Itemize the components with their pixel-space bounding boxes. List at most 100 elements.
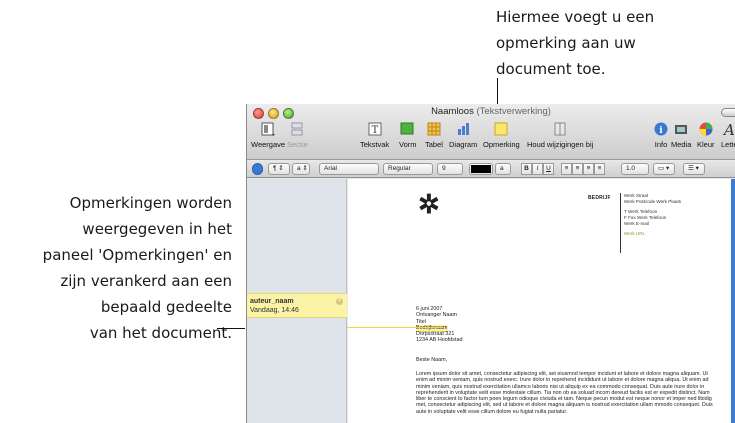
recipient-block: 6 juni 2007 Ontvanger Naam Titel Bedrijf… xyxy=(416,306,462,344)
comment-label: Opmerking xyxy=(483,140,520,149)
sections-icon xyxy=(289,121,305,137)
align-center-button[interactable]: ≡ xyxy=(572,163,583,175)
comment-icon xyxy=(493,121,509,137)
table-label: Tabel xyxy=(425,140,443,149)
text-color-well[interactable] xyxy=(469,163,493,175)
svg-text:i: i xyxy=(659,126,663,136)
title-bar: Naamloos (Tekstverwerking) Weergave Sect… xyxy=(247,104,735,160)
line-spacing-value: 1.0 xyxy=(626,165,636,172)
recipient-line: Ontvanger Naam xyxy=(416,312,458,319)
callout-line: document toe. xyxy=(496,60,606,78)
letter-body: Lorem ipsum dolor sit amet, consectetur … xyxy=(416,371,713,415)
comment-button[interactable]: Opmerking xyxy=(483,121,520,149)
sections-label: Sectie xyxy=(287,140,308,149)
view-icon xyxy=(260,121,276,137)
callout-line: Hiermee voegt u een xyxy=(496,8,655,26)
media-icon xyxy=(673,121,689,137)
font-family-select[interactable]: Arial xyxy=(319,163,379,175)
media-button[interactable]: Media xyxy=(671,121,691,149)
callout-line: zijn verankerd aan een xyxy=(60,272,232,290)
callout-line: van het document. xyxy=(89,324,232,342)
address-divider xyxy=(620,193,621,253)
font-family-value: Arial xyxy=(324,165,338,172)
callout-comments-pane: Opmerkingen worden weergegeven in het pa… xyxy=(0,190,232,346)
paragraph-style-value: ¶ xyxy=(273,165,277,172)
window-title: Naamloos (Tekstverwerking) xyxy=(247,106,735,117)
sections-button[interactable]: Sectie xyxy=(287,121,308,149)
italic-button[interactable]: I xyxy=(532,163,543,175)
comment-timestamp: Vandaag, 14:46 xyxy=(250,307,299,314)
justify-button[interactable]: ≡ xyxy=(594,163,605,175)
track-changes-button[interactable]: Houd wijzigingen bij xyxy=(527,121,593,149)
svg-text:T: T xyxy=(371,125,378,136)
info-icon: i xyxy=(653,121,669,137)
fonts-icon: A xyxy=(721,121,735,139)
callout-leader-line xyxy=(217,328,245,329)
media-label: Media xyxy=(671,140,692,149)
underline-button[interactable]: U xyxy=(543,163,554,175)
fonts-label: Lette xyxy=(721,140,735,149)
callout-line: Opmerkingen worden xyxy=(69,194,232,212)
website-line: Werk URL xyxy=(624,231,646,236)
textbox-label: Tekstvak xyxy=(360,140,390,149)
shape-icon xyxy=(400,121,416,137)
character-style-select[interactable]: a ⇕ xyxy=(292,163,310,175)
callout-line: paneel 'Opmerkingen' en xyxy=(42,246,232,264)
shape-label: Vorm xyxy=(399,140,417,149)
chart-button[interactable]: Diagram xyxy=(449,121,477,149)
callout-line: opmerking aan uw xyxy=(496,34,636,52)
colors-label: Kleur xyxy=(697,140,715,149)
typeface-select[interactable]: Regular xyxy=(383,163,433,175)
textbox-icon: T xyxy=(367,121,383,137)
columns-select[interactable]: ▭ ▾ xyxy=(653,163,675,175)
comment-anchor-line xyxy=(347,327,443,328)
list-style-select[interactable]: ☰ ▾ xyxy=(683,163,705,175)
company-name: BEDRIJF xyxy=(588,195,611,201)
template-type: (Tekstverwerking) xyxy=(476,106,551,117)
toolbar-toggle-button[interactable] xyxy=(721,108,735,117)
shape-button[interactable]: Vorm xyxy=(399,121,417,149)
align-left-button[interactable]: ≡ xyxy=(561,163,572,175)
fonts-button[interactable]: A Lette xyxy=(721,121,735,149)
delete-comment-icon[interactable]: × xyxy=(336,298,343,305)
document-name: Naamloos xyxy=(431,106,474,117)
info-button[interactable]: i Info xyxy=(653,121,669,149)
table-button[interactable]: Tabel xyxy=(425,121,443,149)
text-color-swatch xyxy=(471,165,491,173)
font-size-select[interactable]: 9 xyxy=(437,163,463,175)
chart-icon xyxy=(455,121,471,137)
callout-line: bepaald gedeelte xyxy=(100,298,232,316)
styles-drawer-button[interactable] xyxy=(252,163,263,175)
track-changes-icon xyxy=(552,121,568,137)
text-background-well[interactable]: a xyxy=(495,163,511,175)
address-line: Werk Postcode Werk Plaats xyxy=(624,199,682,204)
track-changes-label: Houd wijzigingen bij xyxy=(527,140,594,149)
line-spacing-select[interactable]: 1.0 xyxy=(621,163,649,175)
comment-author: auteur_naam xyxy=(250,298,294,305)
chart-label: Diagram xyxy=(449,140,478,149)
view-button[interactable]: Weergave xyxy=(251,121,285,149)
bold-button[interactable]: B xyxy=(521,163,532,175)
table-icon xyxy=(426,121,442,137)
typeface-value: Regular xyxy=(388,165,411,172)
color-wheel-icon xyxy=(698,121,714,137)
comments-pane: auteur_naam Vandaag, 14:46 × xyxy=(247,179,347,423)
sender-address: Werk Straat Werk Postcode Werk Plaats T … xyxy=(624,193,681,237)
paragraph-style-select[interactable]: ¶ ⇕ xyxy=(268,163,290,175)
comment-note[interactable]: auteur_naam Vandaag, 14:46 × xyxy=(247,293,347,318)
colors-button[interactable]: Kleur xyxy=(697,121,715,149)
textbox-button[interactable]: T Tekstvak xyxy=(360,121,389,149)
align-right-button[interactable]: ≡ xyxy=(583,163,594,175)
text-background-value: a xyxy=(500,165,504,172)
document-page[interactable]: ✲ BEDRIJF Werk Straat Werk Postcode Werk… xyxy=(348,179,732,423)
character-style-value: a xyxy=(297,165,301,172)
font-size-value: 9 xyxy=(442,165,446,172)
company-logo: ✲ xyxy=(418,189,440,219)
callout-line: weergegeven in het xyxy=(82,220,232,238)
callout-add-comment: Hiermee voegt u een opmerking aan uw doc… xyxy=(496,4,726,82)
info-label: Info xyxy=(654,140,668,149)
format-bar: ¶ ⇕ a ⇕ Arial Regular 9 a B I U ≡ ≡ ≡ ≡ … xyxy=(247,161,735,178)
view-label: Weergave xyxy=(251,140,286,149)
vertical-scrollbar[interactable] xyxy=(731,179,735,423)
svg-text:A: A xyxy=(722,121,735,137)
